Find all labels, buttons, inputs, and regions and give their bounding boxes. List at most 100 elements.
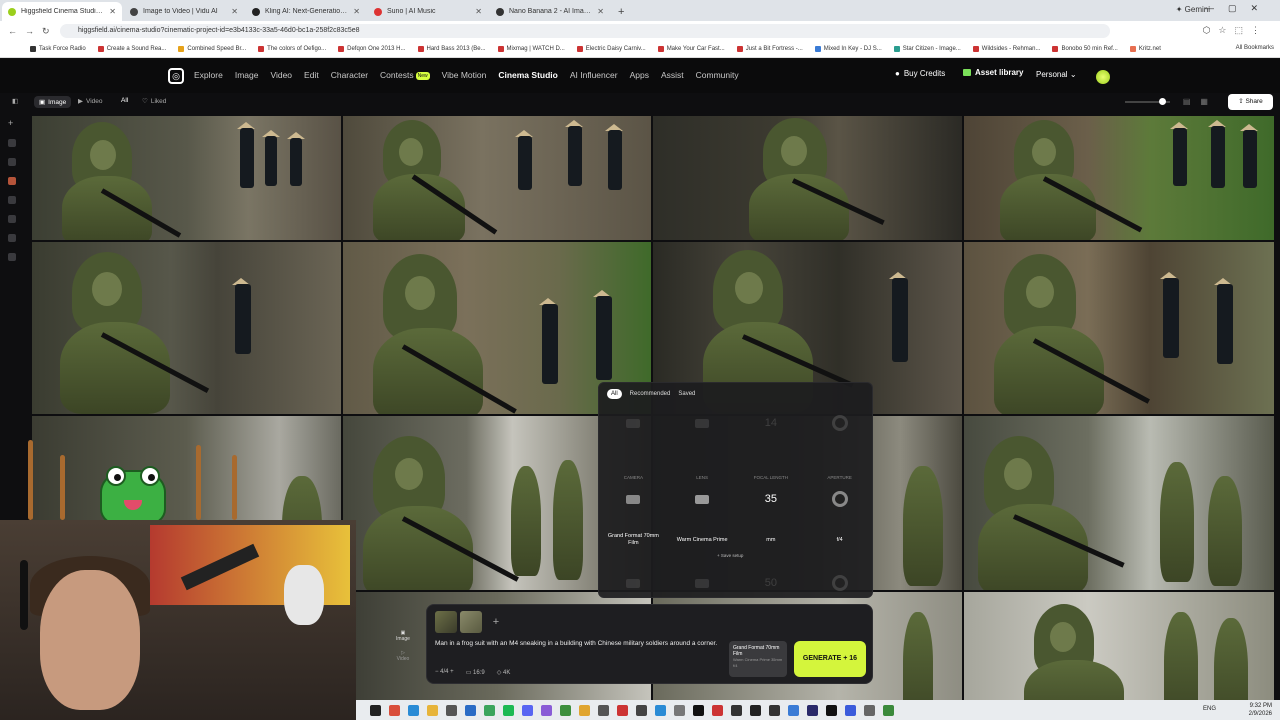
- reference-thumbnail[interactable]: [435, 611, 457, 633]
- filter-image[interactable]: ▣ Image: [34, 96, 72, 108]
- bookmark-item[interactable]: Hard Bass 2013 (Be...: [417, 46, 486, 52]
- aspect-ratio-select[interactable]: ▭ 16:9: [466, 669, 485, 676]
- all-bookmarks[interactable]: All Bookmarks: [1236, 45, 1274, 51]
- bookmark-item[interactable]: Star Citizen - Image...: [893, 46, 961, 52]
- camera-option-icon[interactable]: [603, 578, 663, 588]
- nav-edit[interactable]: Edit: [304, 70, 319, 80]
- mode-image[interactable]: ▣ Image: [396, 630, 410, 642]
- app-icon[interactable]: [807, 704, 818, 716]
- bookmark-item[interactable]: Combined Speed Br...: [178, 46, 246, 52]
- app-icon[interactable]: [845, 704, 856, 716]
- bookmark-item[interactable]: Kritz.net: [1129, 46, 1161, 52]
- camera-preset-card[interactable]: Grand Format 70mm Film Warm Cinema Prime…: [729, 641, 787, 677]
- bookmark-item[interactable]: Create a Sound Rea...: [97, 46, 166, 52]
- filter-all[interactable]: All: [121, 97, 128, 104]
- aperture-selector[interactable]: [810, 491, 870, 507]
- quality-select[interactable]: ◇ 4K: [497, 669, 511, 676]
- gallery-image[interactable]: [964, 116, 1274, 240]
- app-icon[interactable]: [617, 704, 628, 716]
- project-icon[interactable]: [8, 139, 16, 147]
- aperture-option-icon[interactable]: [810, 415, 870, 431]
- focal-option[interactable]: 14: [741, 417, 801, 429]
- app-icon[interactable]: [446, 704, 457, 716]
- edge-icon[interactable]: [408, 704, 419, 716]
- app-icon[interactable]: [655, 704, 666, 716]
- zoom-slider[interactable]: [1125, 98, 1170, 105]
- app-icon[interactable]: [826, 704, 837, 716]
- project-icon[interactable]: [8, 253, 16, 261]
- add-reference-button[interactable]: +: [485, 611, 507, 633]
- browser-tab-suno[interactable]: Suno | AI Music ✕: [368, 2, 488, 21]
- view-toggle-icons[interactable]: ▤▦: [1183, 97, 1218, 106]
- camera-option-icon[interactable]: [603, 418, 663, 428]
- bookmark-item[interactable]: Electric Daisy Carniv...: [576, 46, 646, 52]
- forward-icon[interactable]: →: [25, 26, 34, 36]
- bookmark-item[interactable]: Defqon One 2013 H...: [338, 46, 406, 52]
- buy-credits-button[interactable]: ● Buy Credits: [895, 69, 945, 78]
- tab-all[interactable]: All: [607, 389, 622, 399]
- workspace-selector[interactable]: Personal ⌄: [1036, 70, 1077, 79]
- app-icon[interactable]: [579, 704, 590, 716]
- app-icon[interactable]: [750, 704, 761, 716]
- add-icon[interactable]: +: [8, 118, 16, 128]
- gallery-image[interactable]: [653, 116, 962, 240]
- lens-option-icon[interactable]: [672, 418, 732, 428]
- mode-video[interactable]: ▷ Video: [397, 650, 410, 662]
- save-setup-button[interactable]: + Save setup: [717, 553, 743, 558]
- bookmark-item[interactable]: Wildsides - Rehman...: [972, 46, 1040, 52]
- nav-ai-influencer[interactable]: AI Influencer: [570, 70, 618, 80]
- nav-video[interactable]: Video: [270, 70, 292, 80]
- project-icon[interactable]: [8, 234, 16, 242]
- app-icon[interactable]: [636, 704, 647, 716]
- avatar[interactable]: [1096, 70, 1110, 84]
- nav-image[interactable]: Image: [235, 70, 259, 80]
- tab-recommended[interactable]: Recommended: [630, 391, 671, 397]
- reload-icon[interactable]: ↻: [42, 26, 50, 37]
- language-indicator[interactable]: ENG: [1203, 706, 1216, 712]
- app-icon[interactable]: [864, 704, 875, 716]
- project-icon[interactable]: [8, 196, 16, 204]
- spotify-icon[interactable]: [503, 704, 514, 716]
- lens-selector[interactable]: [672, 494, 732, 504]
- app-icon[interactable]: [541, 704, 552, 716]
- nav-vibe-motion[interactable]: Vibe Motion: [442, 70, 487, 80]
- focal-length-selector[interactable]: 35: [741, 493, 801, 505]
- lens-option-icon[interactable]: [672, 578, 732, 588]
- nav-apps[interactable]: Apps: [630, 70, 649, 80]
- app-icon[interactable]: [560, 704, 571, 716]
- app-icon[interactable]: [788, 704, 799, 716]
- project-icon[interactable]: [8, 215, 16, 223]
- gallery-image[interactable]: [964, 416, 1274, 590]
- bookmark-item[interactable]: Mixmag | WATCH D...: [497, 46, 565, 52]
- close-icon[interactable]: ✕: [353, 7, 360, 16]
- aperture-option-icon[interactable]: [810, 575, 870, 591]
- bookmark-item[interactable]: Make Your Car Fast...: [657, 46, 725, 52]
- app-icon[interactable]: [731, 704, 742, 716]
- project-icon[interactable]: [8, 158, 16, 166]
- clock[interactable]: 9:32 PM 2/9/2026: [1249, 702, 1272, 718]
- share-button[interactable]: ⇪ Share: [1228, 94, 1273, 110]
- close-icon[interactable]: ✕: [231, 7, 238, 16]
- bookmark-item[interactable]: Mixed In Key - DJ S...: [814, 46, 882, 52]
- prompt-input[interactable]: Man in a frog suit with an M4 sneaking i…: [435, 639, 725, 648]
- gallery-image[interactable]: [343, 116, 651, 240]
- bookmark-item[interactable]: Just a Bit Fortress -...: [736, 46, 803, 52]
- count-stepper[interactable]: − 4/4 +: [435, 669, 454, 676]
- nav-contests[interactable]: Contests New: [380, 70, 430, 80]
- app-icon[interactable]: [712, 704, 723, 716]
- new-tab-button[interactable]: +: [610, 2, 632, 21]
- generate-button[interactable]: GENERATE + 16: [794, 641, 866, 677]
- close-icon[interactable]: ✕: [597, 7, 604, 16]
- bookmark-item[interactable]: Bonobo 50 min Ref...: [1052, 46, 1118, 52]
- reference-thumbnail[interactable]: [460, 611, 482, 633]
- browser-tab-vidu[interactable]: Image to Video | Vidu AI ✕: [124, 2, 244, 21]
- browser-tab-higgsfield[interactable]: Higgsfield Cinema Studio | Prof✕: [2, 2, 122, 21]
- url-field[interactable]: higgsfield.ai/cinema-studio?cinematic-pr…: [60, 24, 1110, 38]
- higgsfield-logo-icon[interactable]: ◎: [168, 68, 184, 84]
- nav-assist[interactable]: Assist: [661, 70, 684, 80]
- tab-saved[interactable]: Saved: [678, 391, 695, 397]
- chrome-icon[interactable]: [389, 704, 400, 716]
- folder-icon[interactable]: [427, 704, 438, 716]
- slider-knob[interactable]: [1159, 98, 1166, 105]
- app-icon[interactable]: [693, 704, 704, 716]
